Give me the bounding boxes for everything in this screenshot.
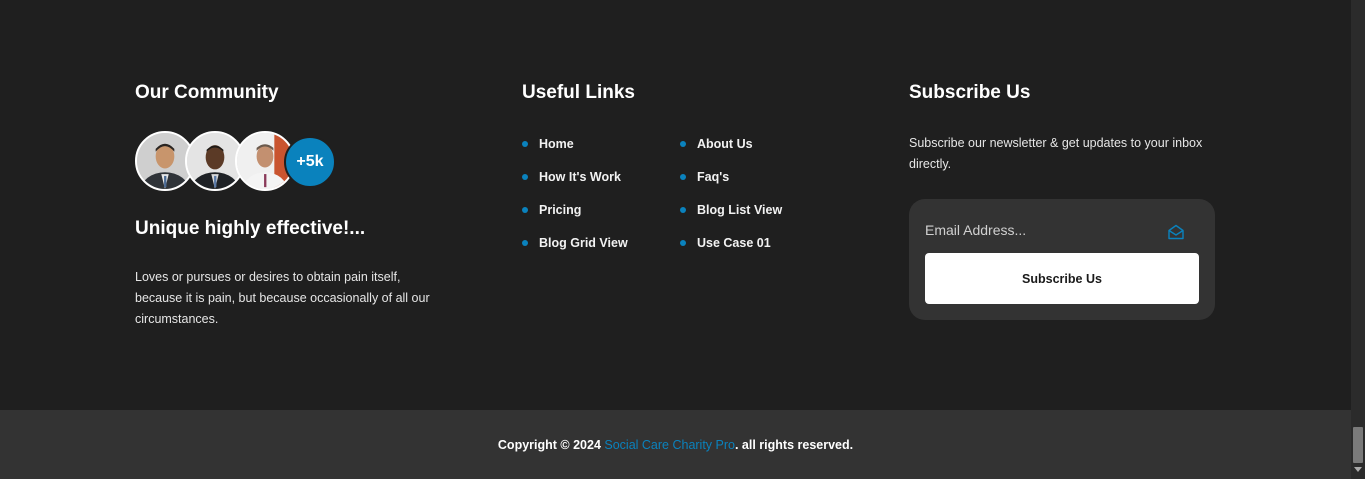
link-label: Faq's: [697, 170, 730, 184]
subscribe-description: Subscribe our newsletter & get updates t…: [909, 136, 1203, 171]
link-about-us[interactable]: About Us: [680, 135, 830, 153]
dot-icon: [522, 141, 528, 147]
envelope-open-icon: [1168, 224, 1184, 240]
community-column: Our Community +5k Unique highly effectiv…: [135, 82, 455, 330]
dot-icon: [522, 240, 528, 246]
subscribe-column: Subscribe Us Subscribe our newsletter & …: [909, 82, 1219, 320]
link-pricing[interactable]: Pricing: [522, 201, 680, 219]
link-how-its-work[interactable]: How It's Work: [522, 168, 680, 186]
community-title: Our Community: [135, 82, 279, 103]
link-faqs[interactable]: Faq's: [680, 168, 830, 186]
dot-icon: [522, 207, 528, 213]
link-label: Use Case 01: [697, 236, 771, 250]
avatar-group: +5k: [135, 131, 455, 193]
email-field[interactable]: [925, 217, 1169, 243]
link-label: Blog List View: [697, 203, 783, 217]
scroll-down-arrow-icon[interactable]: [1354, 467, 1362, 472]
brand-link[interactable]: Social Care Charity Pro: [604, 438, 735, 452]
dot-icon: [522, 174, 528, 180]
link-home[interactable]: Home: [522, 135, 680, 153]
link-use-case-01[interactable]: Use Case 01: [680, 234, 830, 252]
useful-links-list: Home About Us How It's Work Faq's Pricin…: [522, 135, 842, 252]
subscribe-form: Subscribe Us: [909, 199, 1215, 320]
subscribe-title: Subscribe Us: [909, 82, 1031, 103]
community-tagline: Unique highly effective!...: [135, 218, 366, 239]
dot-icon: [680, 240, 686, 246]
dot-icon: [680, 207, 686, 213]
copyright-suffix: . all rights reserved.: [734, 437, 854, 452]
footer-main: Our Community +5k Unique highly effectiv…: [0, 0, 1351, 410]
vertical-scrollbar[interactable]: [1351, 0, 1365, 479]
dot-icon: [680, 174, 686, 180]
community-description: Loves or pursues or desires to obtain pa…: [135, 270, 430, 326]
footer-bottom-bar: Copyright © 2024 Social Care Charity Pro…: [0, 410, 1351, 479]
useful-links-column: Useful Links Home About Us How It's Work…: [522, 82, 842, 252]
copyright-prefix: Copyright © 2024: [497, 437, 605, 452]
scrollbar-thumb[interactable]: [1353, 427, 1363, 463]
subscribe-button[interactable]: Subscribe Us: [925, 253, 1199, 304]
link-label: Pricing: [539, 203, 582, 217]
useful-links-title: Useful Links: [522, 82, 635, 103]
link-label: About Us: [697, 137, 753, 151]
link-label: Blog Grid View: [539, 236, 628, 250]
community-count-badge: +5k: [284, 136, 336, 188]
link-blog-list-view[interactable]: Blog List View: [680, 201, 830, 219]
link-blog-grid-view[interactable]: Blog Grid View: [522, 234, 680, 252]
link-label: How It's Work: [539, 170, 621, 184]
dot-icon: [680, 141, 686, 147]
link-label: Home: [539, 137, 574, 151]
